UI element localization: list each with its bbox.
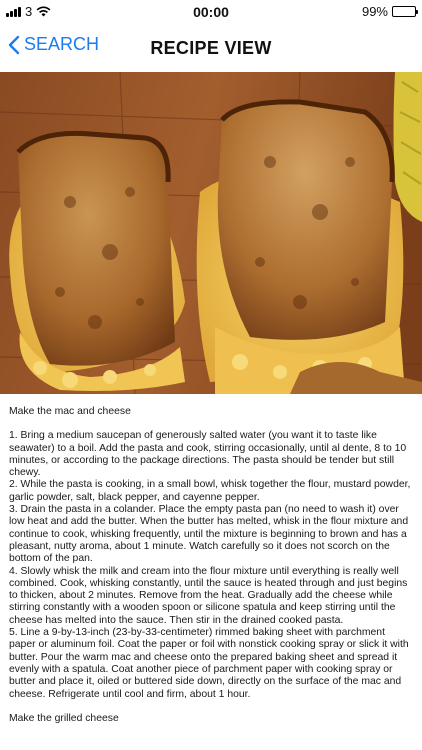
recipe-step-2: 2. While the pasta is cooking, in a smal…: [9, 479, 411, 503]
recipe-step-4: 4. Slowly whisk the milk and cream into …: [9, 565, 408, 626]
recipe-text: Make the mac and cheese 1. Bring a mediu…: [9, 406, 413, 725]
section-heading-mac-and-cheese: Make the mac and cheese: [9, 406, 131, 417]
recipe-step-5: 5. Line a 9-by-13-inch (23-by-33-centime…: [9, 627, 409, 700]
status-bar: 3 00:00 99%: [0, 0, 422, 24]
battery-percent: 99%: [361, 4, 388, 19]
page-title: RECIPE VIEW: [150, 38, 272, 58]
recipe-photo: [0, 72, 422, 394]
recipe-step-3: 3. Drain the pasta in a colander. Place …: [9, 504, 409, 565]
status-right: 99%: [361, 4, 418, 19]
navigation-bar: SEARCH RECIPE VIEW: [0, 24, 422, 72]
grilled-mac-and-cheese-illustration: [0, 72, 422, 394]
status-time: 00:00: [193, 4, 229, 20]
recipe-step-1: 1. Bring a medium saucepan of generously…: [9, 430, 407, 479]
section-heading-grilled-cheese: Make the grilled cheese: [9, 712, 119, 724]
battery-icon: [392, 6, 418, 17]
